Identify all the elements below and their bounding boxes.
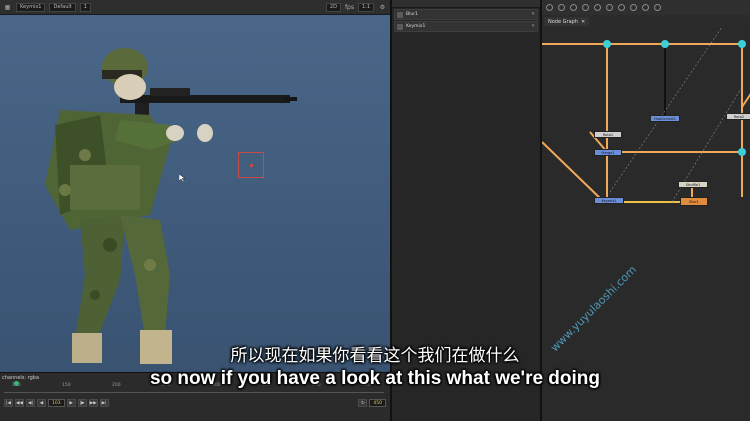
properties-node-name: Keymix1 (406, 24, 426, 29)
properties-node-keymix[interactable]: Keymix1 ✕ (394, 21, 538, 32)
prev-frame-button[interactable]: ◀| (26, 399, 35, 407)
toolbar-icon[interactable] (606, 4, 613, 11)
node-label: HueCorrect1 (653, 116, 676, 121)
node-roto1[interactable]: Roto1 (594, 131, 622, 138)
transport-controls: |◀ ◀◀ ◀| ◀ 103 ▶ |▶ ▶▶ ▶| ↻ 450 (4, 398, 386, 408)
soldier-image (45, 48, 297, 364)
tracker-center[interactable] (250, 164, 253, 167)
current-frame-field[interactable]: 103 (48, 399, 65, 407)
close-icon[interactable]: ✕ (581, 19, 585, 25)
viewer-toolbar: ▦ Keymix1 Default 1 2D fps 1:1 ⚙ (0, 0, 390, 15)
close-icon[interactable]: ✕ (531, 24, 535, 29)
mouse-cursor-icon (179, 174, 185, 182)
toolbar-icon[interactable] (594, 4, 601, 11)
layer-icon[interactable]: ▦ (3, 3, 12, 12)
properties-toolbar (392, 0, 540, 8)
node-graph-toolbar (542, 0, 750, 15)
node-color-swatch[interactable] (397, 11, 403, 18)
node-shuffle[interactable]: Shuffle1 (678, 181, 708, 188)
node-color-swatch[interactable] (397, 23, 403, 30)
fps-label: fps (344, 3, 354, 11)
toolbar-icon[interactable] (642, 4, 649, 11)
node-label: Roto2 (733, 114, 745, 119)
viewer-input-b[interactable]: Default (49, 2, 76, 12)
close-icon[interactable]: ✕ (531, 12, 535, 17)
first-frame-button[interactable]: |◀ (4, 399, 13, 407)
subtitle-chinese: 所以现在如果你看看这个我们在做什么 (230, 346, 520, 366)
toolbar-icon[interactable] (546, 4, 553, 11)
view-mode-select[interactable]: 2D (325, 2, 341, 12)
toolbar-icon[interactable] (618, 4, 625, 11)
toolbar-icon[interactable] (558, 4, 565, 11)
properties-node-name: Blur1 (406, 12, 418, 17)
node-label: Keymix1 (601, 198, 617, 203)
gain-field[interactable]: 1 (79, 2, 91, 12)
toolbar-icon[interactable] (582, 4, 589, 11)
play-button[interactable]: ▶ (66, 399, 76, 407)
tracker-box[interactable] (238, 152, 264, 178)
loop-icon[interactable]: ↻ (358, 399, 368, 407)
node-merge1[interactable]: Merge1 (594, 149, 622, 156)
node-label: Shuffle1 (685, 182, 701, 187)
toolbar-icon[interactable] (654, 4, 661, 11)
node-label: Merge1 (601, 150, 615, 155)
tab-label: Node Graph (548, 18, 578, 25)
node-roto2[interactable]: Roto2 (726, 113, 750, 120)
next-key-button[interactable]: ▶▶ (88, 399, 98, 407)
node-label: Roto1 (602, 132, 614, 137)
play-back-button[interactable]: ◀ (37, 399, 46, 407)
viewer-viewport[interactable] (0, 15, 390, 372)
node-label: Blur1 (689, 199, 699, 204)
properties-node-blur[interactable]: Blur1 ✕ (394, 9, 538, 20)
viewer-input-a[interactable]: Keymix1 (16, 2, 46, 12)
node-huecorrect[interactable]: HueCorrect1 (650, 115, 680, 122)
prev-key-button[interactable]: ◀◀ (15, 399, 24, 407)
next-frame-button[interactable]: |▶ (77, 399, 87, 407)
subtitle-english: so now if you have a look at this what w… (149, 368, 601, 389)
tab-node-graph[interactable]: Node Graph ✕ (544, 17, 590, 26)
settings-icon[interactable]: ⚙ (378, 3, 387, 12)
last-frame-button[interactable]: ▶| (99, 399, 109, 407)
node-keymix[interactable]: Keymix1 (594, 197, 624, 204)
zoom-ratio-field[interactable]: 1:1 (357, 2, 374, 12)
end-frame-field[interactable]: 450 (369, 399, 386, 407)
node-blur[interactable]: Blur1 (680, 197, 708, 206)
toolbar-icon[interactable] (630, 4, 637, 11)
toolbar-icon[interactable] (570, 4, 577, 11)
